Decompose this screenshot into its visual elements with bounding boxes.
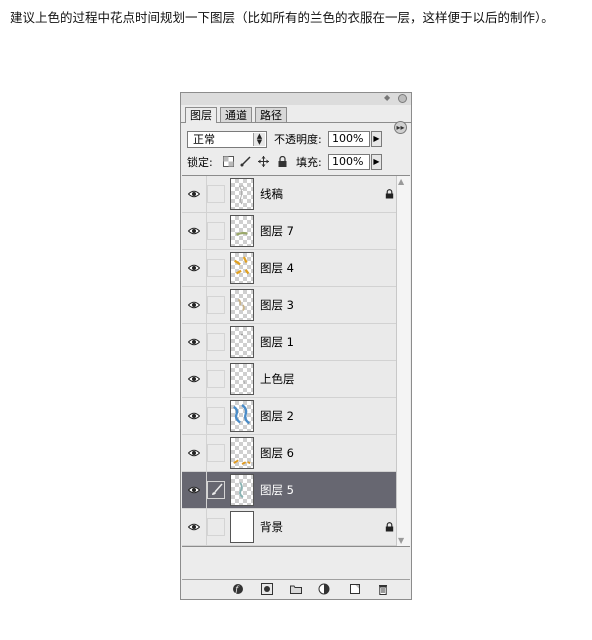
blend-mode-value: 正常 — [193, 133, 215, 146]
eye-icon — [188, 301, 200, 309]
lock-icon — [385, 189, 394, 199]
lock-all-icon[interactable] — [277, 156, 288, 167]
layer-name: 图层 1 — [260, 335, 294, 349]
collapse-icon[interactable]: ◆ — [384, 93, 390, 102]
layer-name: 背景 — [260, 520, 283, 534]
chevron-updown-icon: ▲ ▼ — [253, 133, 265, 146]
layer-thumbnail — [230, 363, 254, 395]
eye-icon — [188, 523, 200, 531]
layer-link-cell[interactable] — [207, 444, 225, 462]
layer-row[interactable]: 图层 5 — [182, 472, 396, 509]
layer-thumbnail — [230, 474, 254, 506]
layer-row[interactable]: 图层 4 — [182, 250, 396, 287]
layer-thumbnail — [230, 252, 254, 284]
layer-row[interactable]: 图层 3 — [182, 287, 396, 324]
eye-icon — [188, 264, 200, 272]
layer-name: 图层 3 — [260, 298, 294, 312]
eye-icon — [188, 486, 200, 494]
layer-row[interactable]: 图层 6 — [182, 435, 396, 472]
tab-layers[interactable]: 图层 — [185, 107, 217, 123]
layer-name: 图层 7 — [260, 224, 294, 238]
layer-name: 图层 4 — [260, 261, 294, 275]
opacity-input[interactable]: 100% — [328, 131, 370, 147]
layer-link-cell[interactable] — [207, 185, 225, 203]
lock-icon — [385, 522, 394, 532]
opacity-slider-arrow-icon[interactable]: ▶ — [371, 131, 382, 147]
layer-list-scrollbar[interactable]: ▲ ▼ — [396, 176, 410, 546]
visibility-toggle[interactable] — [182, 287, 207, 323]
brush-icon — [212, 483, 223, 495]
layers-panel: ◆ 图层 通道 路径 ▸▸ 正常 ▲ ▼ 不透明度: 100% ▶ 锁定: 填充:… — [180, 92, 412, 600]
fill-slider-arrow-icon[interactable]: ▶ — [371, 154, 382, 170]
article-text: 建议上色的过程中花点时间规划一下图层（比如所有的兰色的衣服在一层，这样便于以后的… — [10, 10, 554, 25]
panel-tabs: 图层 通道 路径 ▸▸ — [181, 106, 411, 134]
fill-input[interactable]: 100% — [328, 154, 370, 170]
visibility-toggle[interactable] — [182, 361, 207, 397]
scroll-up-icon[interactable]: ▲ — [398, 177, 404, 186]
layer-row[interactable]: 图层 1 — [182, 324, 396, 361]
opacity-label: 不透明度: — [274, 133, 322, 146]
eye-icon — [188, 449, 200, 457]
visibility-toggle[interactable] — [182, 176, 207, 212]
layer-link-cell[interactable] — [207, 370, 225, 388]
visibility-toggle[interactable] — [182, 324, 207, 360]
new-layer-icon[interactable] — [349, 583, 361, 595]
blend-mode-select[interactable]: 正常 ▲ ▼ — [187, 131, 267, 148]
close-icon[interactable] — [398, 94, 407, 103]
fill-label: 填充: — [296, 156, 322, 169]
visibility-toggle[interactable] — [182, 472, 207, 508]
layer-thumbnail — [230, 289, 254, 321]
visibility-toggle[interactable] — [182, 435, 207, 471]
adjustment-layer-icon[interactable] — [318, 583, 330, 595]
layer-name: 线稿 — [260, 187, 283, 201]
visibility-toggle[interactable] — [182, 398, 207, 434]
layer-link-cell[interactable] — [207, 333, 225, 351]
eye-icon — [188, 227, 200, 235]
trash-icon[interactable] — [377, 583, 389, 595]
layer-thumbnail — [230, 178, 254, 210]
layer-row[interactable]: 图层 7 — [182, 213, 396, 250]
panel-titlebar[interactable]: ◆ — [181, 93, 411, 105]
panel-bottom-toolbar: f — [182, 579, 410, 599]
layer-row[interactable]: 背景 — [182, 509, 396, 546]
eye-icon — [188, 375, 200, 383]
lock-paint-icon[interactable] — [240, 156, 251, 167]
layer-thumbnail — [230, 215, 254, 247]
tab-paths[interactable]: 路径 — [255, 107, 287, 122]
layer-link-cell[interactable] — [207, 222, 225, 240]
layer-link-cell[interactable] — [207, 518, 225, 536]
layer-list: 线稿图层 7 图层 4 图层 3 图层 1 上色层图层 2 图层 6 图层 5 背景 ▲ ▼ — [182, 175, 410, 547]
visibility-toggle[interactable] — [182, 213, 207, 249]
scroll-down-icon[interactable]: ▼ — [398, 536, 404, 545]
panel-menu-icon[interactable]: ▸▸ — [394, 121, 407, 134]
lock-label: 锁定: — [187, 156, 213, 169]
layer-name: 图层 5 — [260, 483, 294, 497]
layer-name: 上色层 — [260, 372, 295, 386]
layer-link-cell[interactable] — [207, 296, 225, 314]
layer-link-cell[interactable] — [207, 407, 225, 425]
layer-thumbnail — [230, 437, 254, 469]
eye-icon — [188, 412, 200, 420]
layer-name: 图层 2 — [260, 409, 294, 423]
layer-style-icon[interactable]: f — [232, 583, 244, 595]
layer-row[interactable]: 线稿 — [182, 176, 396, 213]
visibility-toggle[interactable] — [182, 509, 207, 545]
tab-channels[interactable]: 通道 — [220, 107, 252, 122]
lock-position-icon[interactable] — [258, 156, 269, 167]
layer-row[interactable]: 上色层 — [182, 361, 396, 398]
layer-link-cell[interactable] — [207, 259, 225, 277]
eye-icon — [188, 190, 200, 198]
layer-mask-icon[interactable] — [261, 583, 273, 595]
layer-thumbnail — [230, 511, 254, 543]
lock-transparency-icon[interactable] — [223, 156, 234, 167]
layer-row[interactable]: 图层 2 — [182, 398, 396, 435]
layer-name: 图层 6 — [260, 446, 294, 460]
layer-thumbnail — [230, 326, 254, 358]
layer-thumbnail — [230, 400, 254, 432]
eye-icon — [188, 338, 200, 346]
visibility-toggle[interactable] — [182, 250, 207, 286]
new-group-icon[interactable] — [290, 583, 302, 595]
